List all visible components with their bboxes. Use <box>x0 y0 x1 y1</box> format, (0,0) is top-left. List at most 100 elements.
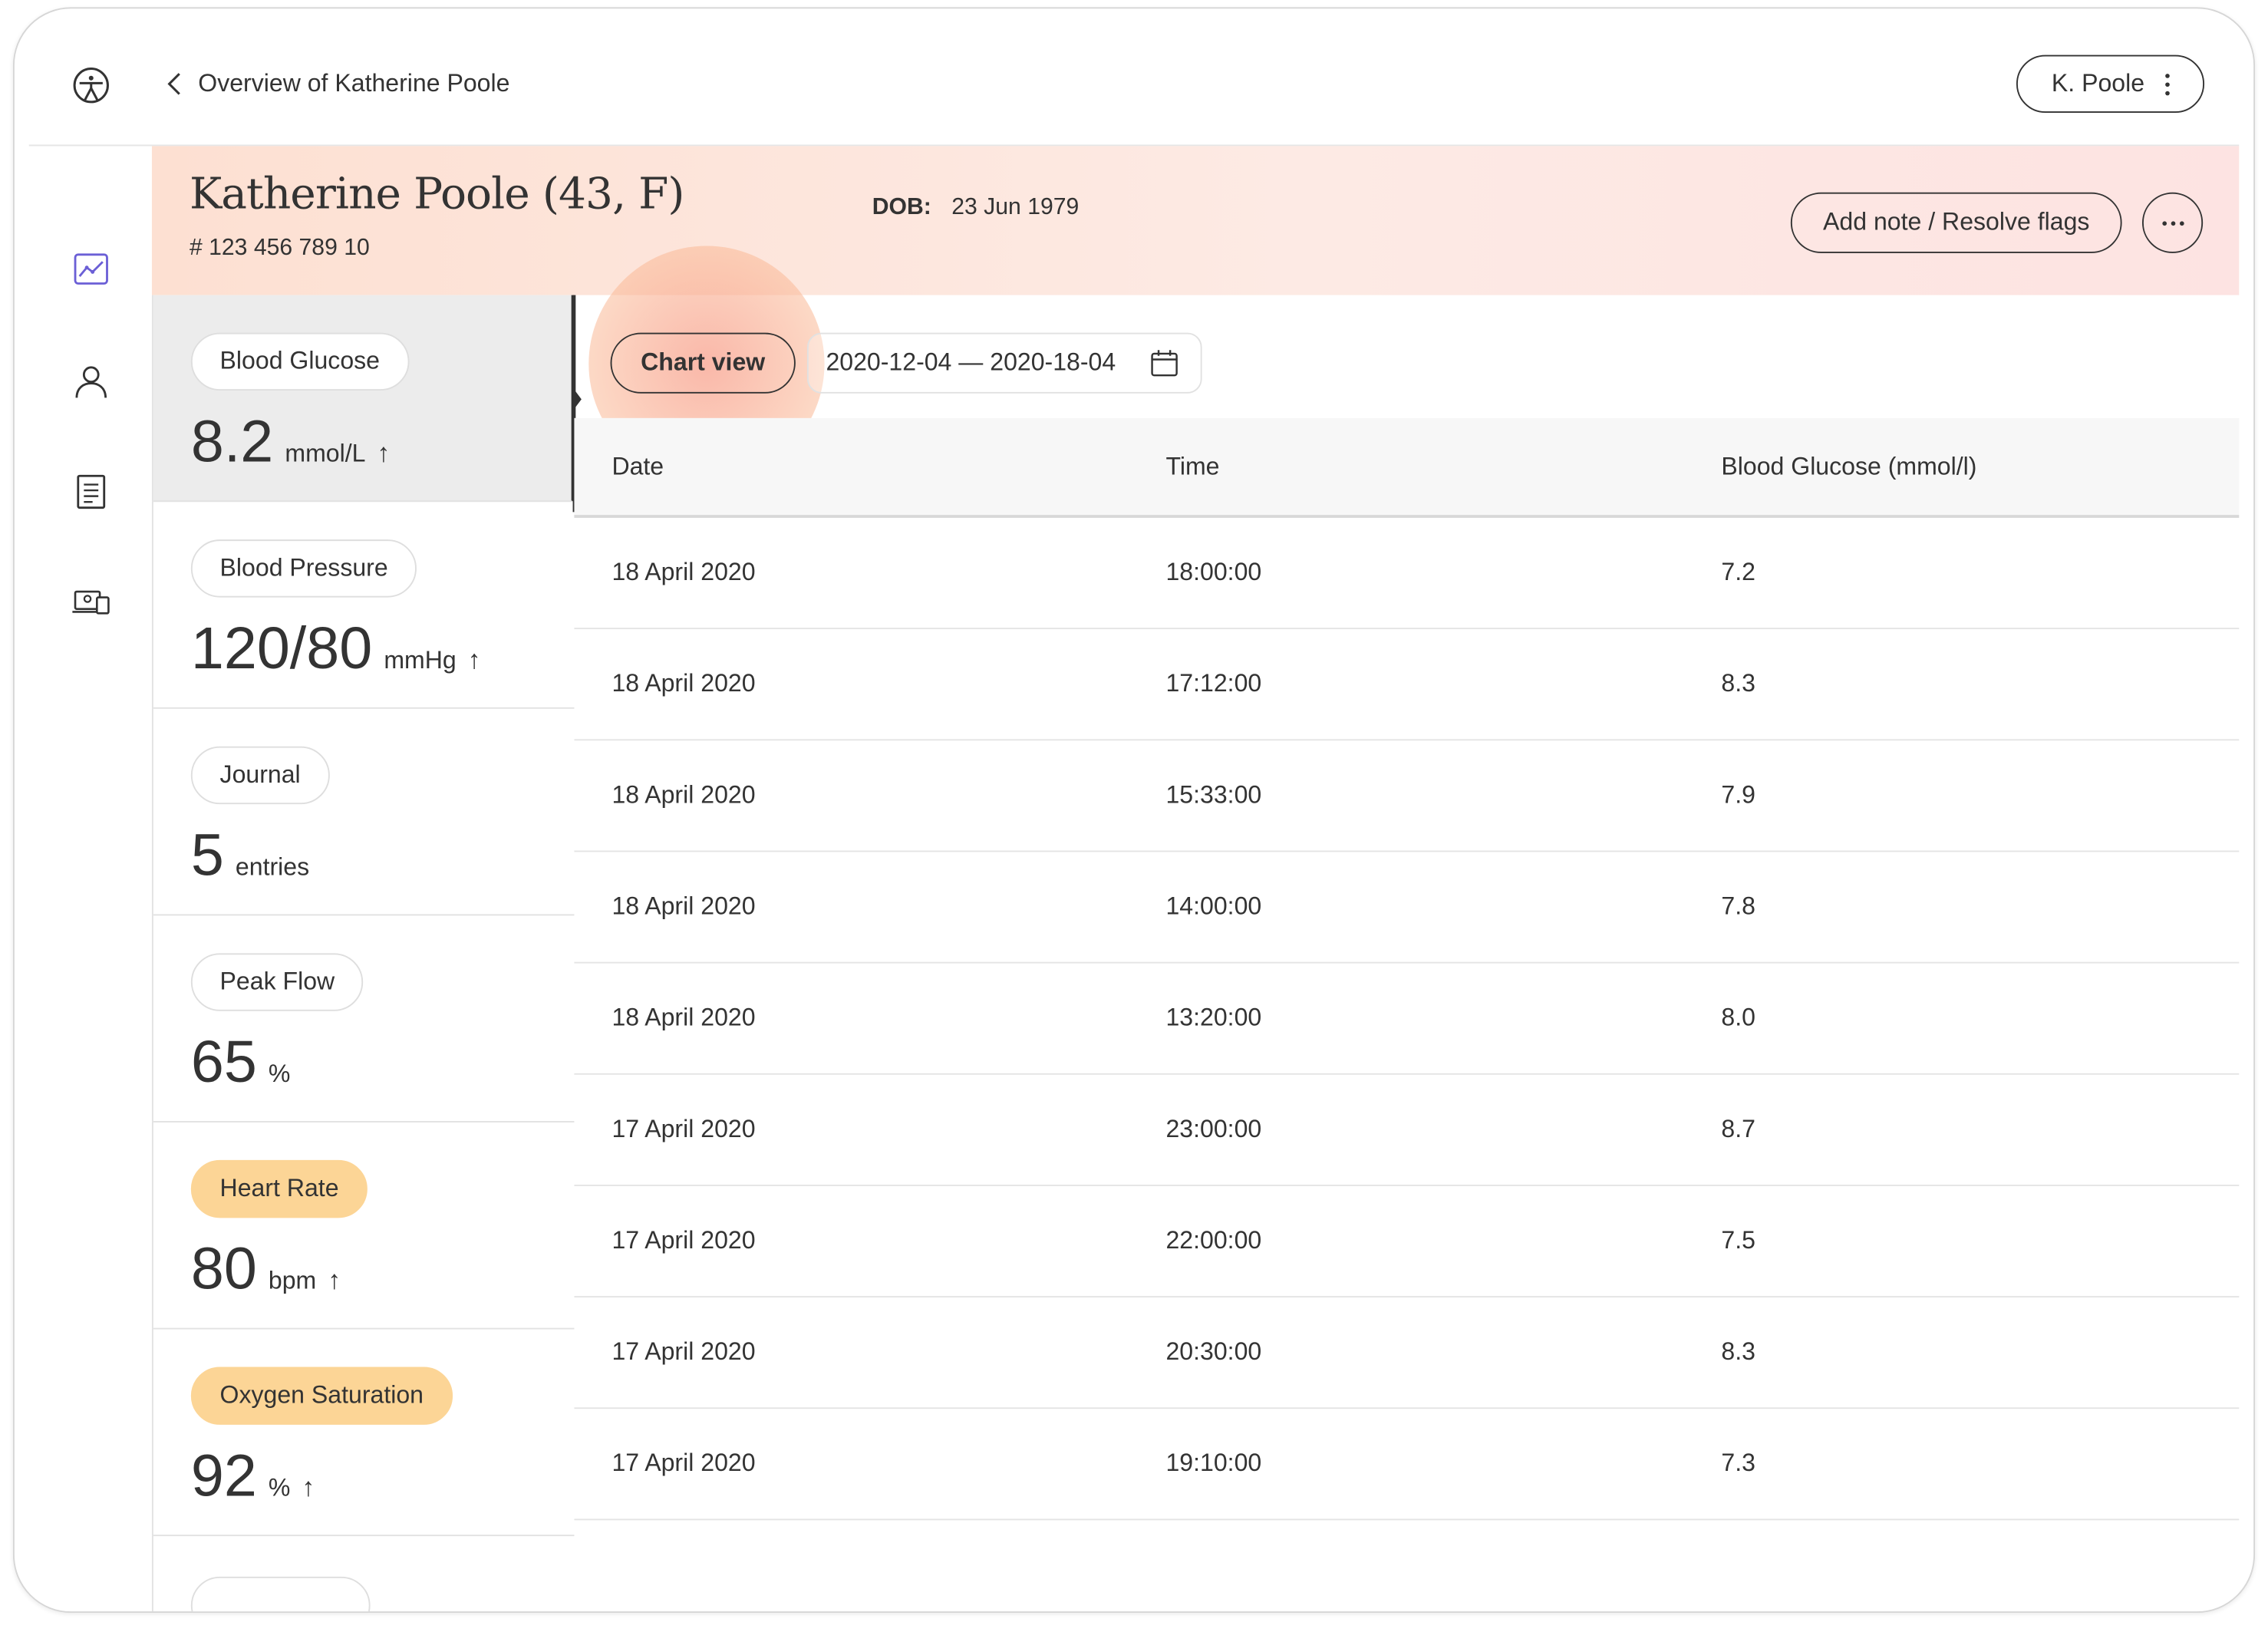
table-row[interactable]: 17 April 2020 22:00:00 7.5 <box>574 1186 2240 1298</box>
metric-label: Blood Glucose <box>190 332 409 391</box>
metric-label-flagged: Heart Rate <box>190 1159 368 1218</box>
cell-value: 8.3 <box>1721 669 1755 697</box>
cell-date: 18 April 2020 <box>612 1004 756 1032</box>
back-link[interactable]: Overview of Katherine Poole <box>166 69 510 98</box>
kebab-menu-icon <box>2164 73 2170 95</box>
cell-time: 23:00:00 <box>1165 1115 1262 1143</box>
table-row[interactable]: 17 April 2020 23:00:00 8.7 <box>574 1075 2240 1186</box>
readings-table: Date Time Blood Glucose (mmol/l) 18 Apri… <box>574 417 2240 1521</box>
column-header-time[interactable]: Time <box>1165 453 1219 482</box>
column-header-value[interactable]: Blood Glucose (mmol/l) <box>1721 453 1976 482</box>
arrow-up-icon: ↑ <box>467 645 481 674</box>
metric-unit: mmol/L <box>285 440 366 467</box>
cell-time: 17:12:00 <box>1165 669 1262 697</box>
metric-value-row: 65 % <box>191 1028 291 1096</box>
cell-value: 8.7 <box>1721 1115 1755 1143</box>
metric-unit: entries <box>235 853 310 882</box>
patient-id: # 123 456 789 10 <box>189 236 370 261</box>
metric-label: Journal <box>190 746 330 805</box>
cell-time: 14:00:00 <box>1165 892 1262 920</box>
metric-value: 5 <box>190 821 224 889</box>
table-row[interactable]: 17 April 2020 19:10:00 7.3 <box>574 1409 2240 1521</box>
metric-label: Blood Pressure <box>190 539 417 598</box>
cell-time: 13:20:00 <box>1165 1004 1262 1032</box>
app-logo-icon[interactable] <box>72 67 110 104</box>
active-caret-icon <box>572 387 582 411</box>
metric-value-row: 80 bpm ↑ <box>191 1235 341 1304</box>
table-row[interactable]: 18 April 2020 18:00:00 7.2 <box>574 518 2240 630</box>
nav-charts-icon[interactable] <box>72 250 110 288</box>
chevron-left-icon <box>167 73 180 95</box>
metric-value: 80 <box>190 1235 257 1302</box>
metric-label: Peak Flow <box>190 953 364 1011</box>
metric-card-blood-pressure[interactable]: Blood Pressure 120/80 mmHg ↑ <box>153 502 575 709</box>
cell-date: 18 April 2020 <box>612 669 756 697</box>
chart-view-button[interactable]: Chart view <box>610 332 796 394</box>
table-row[interactable]: 18 April 2020 14:00:00 7.8 <box>574 852 2240 964</box>
back-link-label: Overview of Katherine Poole <box>198 69 510 97</box>
metric-label-flagged: Oxygen Saturation <box>190 1367 453 1425</box>
patient-header: Katherine Poole (43, F) # 123 456 789 10… <box>151 146 2240 295</box>
cell-date: 18 April 2020 <box>612 892 756 920</box>
cell-date: 17 April 2020 <box>612 1115 756 1143</box>
metric-card-heart-rate[interactable]: Heart Rate 80 bpm ↑ <box>153 1123 575 1330</box>
patient-dob: DOB: 23 Jun 1979 <box>872 196 1080 222</box>
metric-card-journal[interactable]: Journal 5 entries <box>153 709 575 916</box>
cell-time: 18:00:00 <box>1165 558 1262 586</box>
cell-date: 17 April 2020 <box>612 1226 756 1254</box>
dob-label: DOB: <box>872 195 931 220</box>
metric-card-oxygen-saturation[interactable]: Oxygen Saturation 92 % ↑ <box>153 1329 575 1537</box>
metric-unit: bpm <box>268 1267 317 1295</box>
cell-value: 7.5 <box>1721 1226 1755 1254</box>
metric-card-peak-flow[interactable]: Peak Flow 65 % <box>153 915 575 1123</box>
arrow-up-icon: ↑ <box>302 1472 315 1502</box>
calendar-icon[interactable] <box>1150 348 1179 378</box>
user-menu-button[interactable]: K. Poole <box>2016 54 2205 114</box>
arrow-up-icon: ↑ <box>377 438 391 467</box>
metric-unit: mmHg <box>384 646 457 674</box>
date-range-value: 2020-12-04 — 2020-18-04 <box>826 348 1116 377</box>
table-row[interactable]: 18 April 2020 15:33:00 7.9 <box>574 740 2240 852</box>
table-row[interactable]: 18 April 2020 13:20:00 8.0 <box>574 964 2240 1075</box>
cell-time: 19:10:00 <box>1165 1449 1262 1477</box>
side-nav <box>15 146 152 1611</box>
dob-value: 23 Jun 1979 <box>951 195 1080 220</box>
metric-value: 92 <box>190 1442 257 1509</box>
cell-time: 20:30:00 <box>1165 1337 1262 1366</box>
table-header: Date Time Blood Glucose (mmol/l) <box>574 417 2240 518</box>
nav-devices-icon[interactable] <box>72 583 110 621</box>
cell-time: 22:00:00 <box>1165 1226 1262 1254</box>
cell-date: 18 April 2020 <box>612 558 756 586</box>
more-dots-icon <box>2161 220 2167 226</box>
table-row[interactable]: 17 April 2020 20:30:00 8.3 <box>574 1297 2240 1409</box>
table-row[interactable]: 18 April 2020 17:12:00 8.3 <box>574 629 2240 741</box>
arrow-up-icon: ↑ <box>328 1265 341 1295</box>
metric-card-blood-glucose[interactable]: Blood Glucose 8.2 mmol/L ↑ <box>153 295 575 503</box>
metric-value-row: 92 % ↑ <box>191 1442 315 1511</box>
metric-unit: % <box>268 1060 291 1088</box>
metric-value-row: 5 entries <box>191 822 309 890</box>
cell-value: 8.3 <box>1721 1337 1755 1366</box>
metric-value: 8.2 <box>190 407 274 475</box>
add-note-button[interactable]: Add note / Resolve flags <box>1790 192 2122 253</box>
nav-notes-icon[interactable] <box>72 473 110 510</box>
metric-value-row: 8.2 mmol/L ↑ <box>191 408 391 476</box>
metric-value-row: 120/80 mmHg ↑ <box>191 615 481 683</box>
metric-value: 65 <box>190 1028 257 1096</box>
user-name: K. Poole <box>2051 69 2145 97</box>
app-window: Overview of Katherine Poole K. Poole Kat… <box>12 7 2256 1613</box>
cell-value: 7.8 <box>1721 892 1755 920</box>
date-range-picker[interactable]: 2020-12-04 — 2020-18-04 <box>806 332 1202 394</box>
cell-date: 18 April 2020 <box>612 781 756 809</box>
cell-date: 17 April 2020 <box>612 1337 756 1366</box>
cell-value: 8.0 <box>1721 1004 1755 1032</box>
metric-unit: % <box>268 1474 291 1502</box>
metrics-list: Blood Glucose 8.2 mmol/L ↑ Blood Pressur… <box>151 295 575 1612</box>
cell-time: 15:33:00 <box>1165 781 1262 809</box>
cell-value: 7.2 <box>1721 558 1755 586</box>
more-options-button[interactable] <box>2141 192 2204 253</box>
patient-name: Katherine Poole (43, F) <box>189 169 685 220</box>
top-bar: Overview of Katherine Poole K. Poole <box>15 8 2253 146</box>
nav-profile-icon[interactable] <box>72 363 110 401</box>
column-header-date[interactable]: Date <box>612 453 664 482</box>
